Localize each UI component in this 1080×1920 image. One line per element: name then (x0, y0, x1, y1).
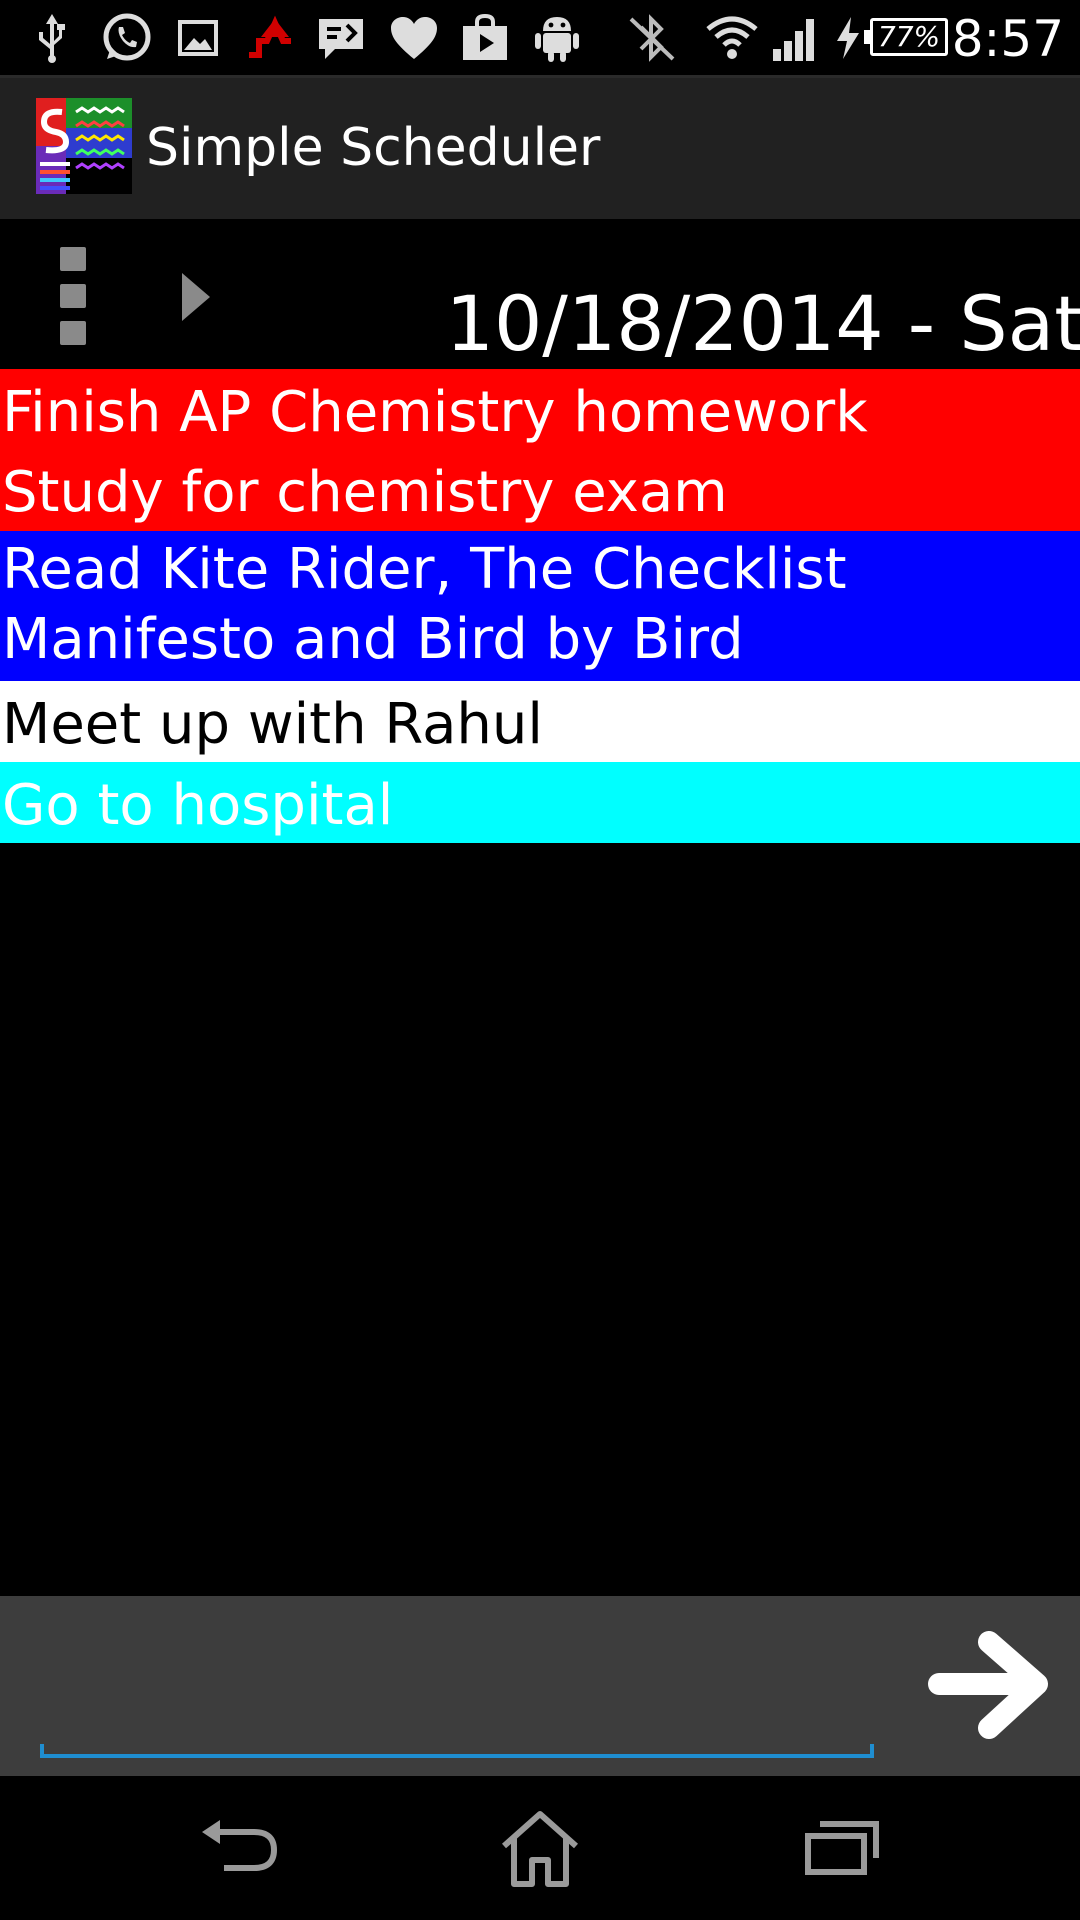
app-title: Simple Scheduler (146, 118, 601, 178)
status-bar: 77% 8:57 (0, 0, 1080, 78)
app-logo-icon (36, 98, 132, 194)
status-time: 8:57 (951, 10, 1064, 68)
list-item[interactable]: Read Kite Rider, The Checklist Manifesto… (0, 531, 1080, 681)
input-underline (40, 1744, 874, 1758)
signal-icon (772, 12, 822, 64)
home-button[interactable] (490, 1808, 590, 1888)
android-icon (534, 12, 580, 64)
bluetooth-off-icon (624, 12, 680, 64)
list-item[interactable]: Meet up with Rahul (0, 681, 1080, 762)
next-arrow-icon[interactable] (176, 267, 216, 327)
task-list: Finish AP Chemistry homework Study for c… (0, 369, 1080, 843)
home-icon (490, 1811, 590, 1891)
date-toolbar: 10/18/2014 - Sat (0, 219, 1080, 369)
back-icon (190, 1820, 290, 1891)
list-item[interactable]: Finish AP Chemistry homework Study for c… (0, 369, 1080, 531)
submit-button[interactable] (920, 1626, 1060, 1746)
back-button[interactable] (190, 1808, 290, 1888)
play-store-icon (460, 12, 510, 64)
date-label[interactable]: 10/18/2014 - Sat (446, 279, 1080, 369)
usb-icon (34, 12, 70, 64)
list-item[interactable]: Go to hospital (0, 762, 1080, 843)
gallery-icon (176, 12, 220, 64)
battery-indicator: 77% (864, 18, 948, 56)
task-input-area (0, 1596, 1080, 1776)
app-bar: Simple Scheduler (0, 78, 1080, 219)
nav-bar (0, 1776, 1080, 1920)
charging-icon (834, 12, 862, 64)
right-arrow-icon (925, 1630, 1055, 1743)
upload-icon (244, 12, 296, 64)
whatsapp-icon (98, 12, 154, 64)
task-input[interactable] (40, 1636, 874, 1756)
wifi-icon (704, 12, 760, 64)
recent-apps-icon (790, 1821, 890, 1891)
heart-icon (388, 12, 440, 64)
overflow-menu-icon[interactable] (60, 247, 88, 345)
message-icon (316, 12, 366, 64)
recent-apps-button[interactable] (790, 1808, 890, 1888)
